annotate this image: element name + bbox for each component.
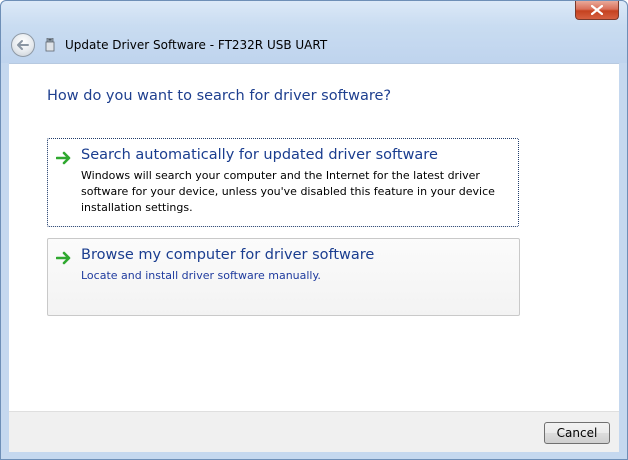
title-bar: Update Driver Software - FT232R USB UART — [1, 1, 627, 63]
page-heading: How do you want to search for driver sof… — [47, 88, 392, 104]
option-title: Browse my computer for driver software — [81, 247, 375, 263]
close-button[interactable] — [575, 1, 619, 20]
close-icon — [591, 5, 603, 15]
option-description: Windows will search your computer and th… — [81, 169, 495, 214]
search-automatically-option[interactable]: Search automatically for updated driver … — [47, 138, 519, 227]
option-title: Search automatically for updated driver … — [81, 147, 438, 163]
button-bar: Cancel — [9, 411, 619, 452]
device-icon — [45, 38, 55, 52]
cancel-button[interactable]: Cancel — [544, 422, 610, 444]
update-driver-window: Update Driver Software - FT232R USB UART… — [0, 0, 628, 460]
option-description: Locate and install driver software manua… — [81, 269, 321, 282]
green-arrow-icon — [56, 251, 71, 265]
window-title: Update Driver Software - FT232R USB UART — [65, 38, 328, 52]
wizard-content: How do you want to search for driver sof… — [9, 63, 619, 412]
green-arrow-icon — [56, 151, 71, 165]
browse-computer-option[interactable]: Browse my computer for driver software L… — [47, 238, 520, 316]
back-arrow-icon — [17, 40, 29, 50]
back-button[interactable] — [11, 33, 35, 57]
